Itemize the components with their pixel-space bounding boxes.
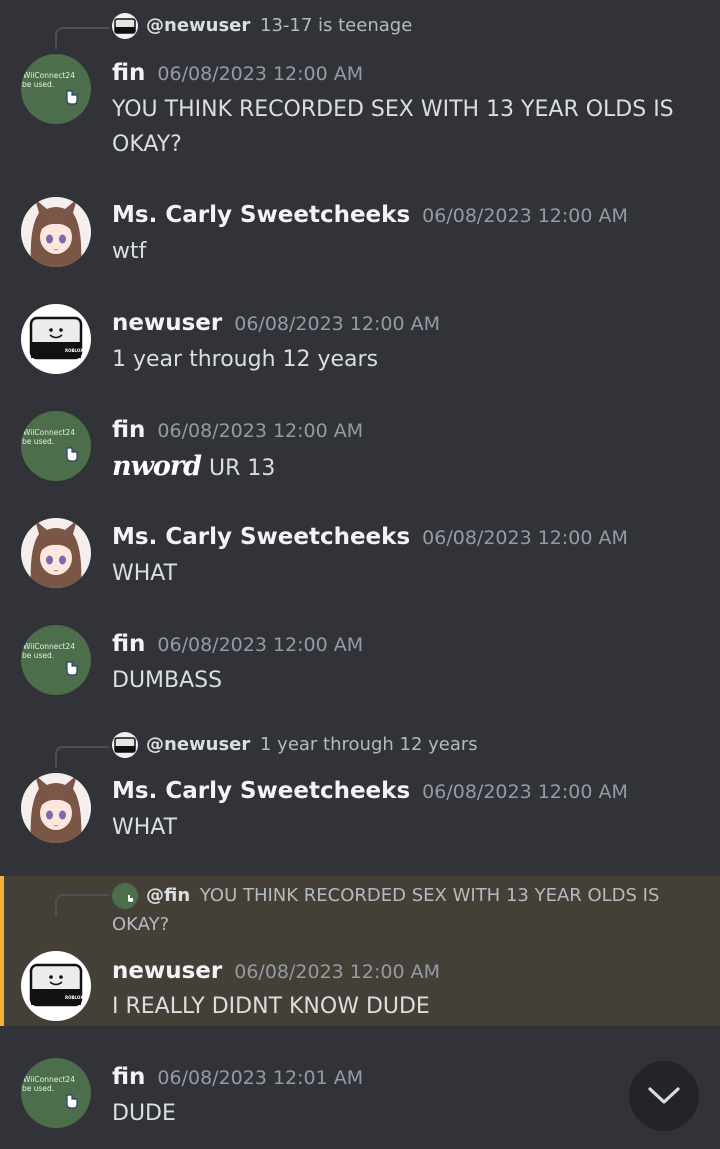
fin-avatar[interactable]: WiiConnect24 be used.	[21, 54, 91, 124]
newuser-avatar[interactable]: ROBLOX	[21, 951, 91, 1021]
reply-preview[interactable]: @newuser 1 year through 12 years	[112, 732, 478, 758]
reply-spine	[55, 746, 109, 768]
message-item-highlighted: @fin YOU THINK RECORDED SEX WITH 13 YEAR…	[0, 876, 720, 1026]
reply-preview[interactable]: @newuser 13-17 is teenage	[112, 13, 412, 39]
message-content: 1 year through 12 years	[112, 347, 379, 372]
message-author[interactable]: fin 06/08/2023 12:00 AM	[112, 631, 363, 657]
svg-text:be used.: be used.	[22, 437, 54, 446]
chat-message-list: @newuser 13-17 is teenage WiiConnect24 b…	[0, 0, 720, 1149]
svg-text:WiiConnect24: WiiConnect24	[23, 1075, 75, 1084]
carly-avatar[interactable]	[21, 518, 91, 588]
svg-text:WiiConnect24: WiiConnect24	[23, 642, 75, 651]
reply-spine	[55, 27, 109, 49]
message-author[interactable]: fin 06/08/2023 12:00 AM	[112, 417, 363, 443]
message-author[interactable]: newuser 06/08/2023 12:00 AM	[112, 310, 440, 336]
newuser-avatar[interactable]: ROBLOX	[21, 304, 91, 374]
newuser-mini-avatar	[112, 732, 138, 758]
message-item: Ms. Carly Sweetcheeks 06/08/2023 12:00 AM…	[0, 180, 720, 280]
message-item: WiiConnect24 be used. fin 06/08/2023 12:0…	[0, 1044, 720, 1149]
jump-to-bottom-button[interactable]	[629, 1061, 699, 1131]
reply-preview[interactable]: @fin YOU THINK RECORDED SEX WITH 13 YEAR…	[112, 881, 692, 939]
message-content: nword UR 13	[112, 451, 276, 482]
message-content: wtf	[112, 239, 147, 264]
carly-avatar[interactable]	[21, 773, 91, 843]
fin-avatar[interactable]: WiiConnect24 be used.	[21, 1058, 91, 1128]
fin-avatar[interactable]: WiiConnect24 be used.	[21, 411, 91, 481]
message-item: WiiConnect24 be used. fin 06/08/2023 12:0…	[0, 395, 720, 495]
message-item: ROBLOX newuser 06/08/2023 12:00 AM 1 year…	[0, 288, 720, 388]
fin-mini-avatar	[112, 883, 138, 909]
message-content: YOU THINK RECORDED SEX WITH 13 YEAR OLDS…	[112, 97, 674, 157]
svg-text:ROBLOX: ROBLOX	[65, 348, 83, 353]
handwritten-overlay: nword	[112, 451, 202, 482]
newuser-mini-avatar	[112, 13, 138, 39]
message-item: Ms. Carly Sweetcheeks 06/08/2023 12:00 AM…	[0, 502, 720, 602]
svg-text:be used.: be used.	[22, 1084, 54, 1093]
message-item: @newuser 1 year through 12 years Ms. Car…	[0, 720, 720, 860]
message-author[interactable]: Ms. Carly Sweetcheeks 06/08/2023 12:00 AM	[112, 202, 628, 228]
message-author[interactable]: Ms. Carly Sweetcheeks 06/08/2023 12:00 AM	[112, 524, 628, 550]
fin-avatar[interactable]: WiiConnect24 be used.	[21, 625, 91, 695]
svg-text:ROBLOX: ROBLOX	[65, 995, 83, 1000]
carly-avatar[interactable]	[21, 197, 91, 267]
reply-spine	[55, 894, 109, 916]
message-content: WHAT	[112, 815, 178, 840]
svg-text:be used.: be used.	[22, 80, 54, 89]
message-item: @newuser 13-17 is teenage WiiConnect24 b…	[0, 0, 720, 170]
svg-text:be used.: be used.	[22, 651, 54, 660]
message-content: WHAT	[112, 561, 178, 586]
message-author[interactable]: fin 06/08/2023 12:01 AM	[112, 1064, 363, 1090]
message-item: WiiConnect24 be used. fin 06/08/2023 12:0…	[0, 609, 720, 709]
message-content: DUMBASS	[112, 668, 223, 693]
chevron-down-icon	[648, 1087, 680, 1104]
svg-text:WiiConnect24: WiiConnect24	[23, 428, 75, 437]
message-author[interactable]: newuser 06/08/2023 12:00 AM	[112, 958, 440, 984]
message-content: I REALLY DIDNT KNOW DUDE	[112, 994, 430, 1019]
svg-text:WiiConnect24: WiiConnect24	[23, 71, 75, 80]
message-content: DUDE	[112, 1101, 176, 1126]
message-author[interactable]: fin 06/08/2023 12:00 AM	[112, 60, 363, 86]
message-author[interactable]: Ms. Carly Sweetcheeks 06/08/2023 12:00 AM	[112, 778, 628, 804]
